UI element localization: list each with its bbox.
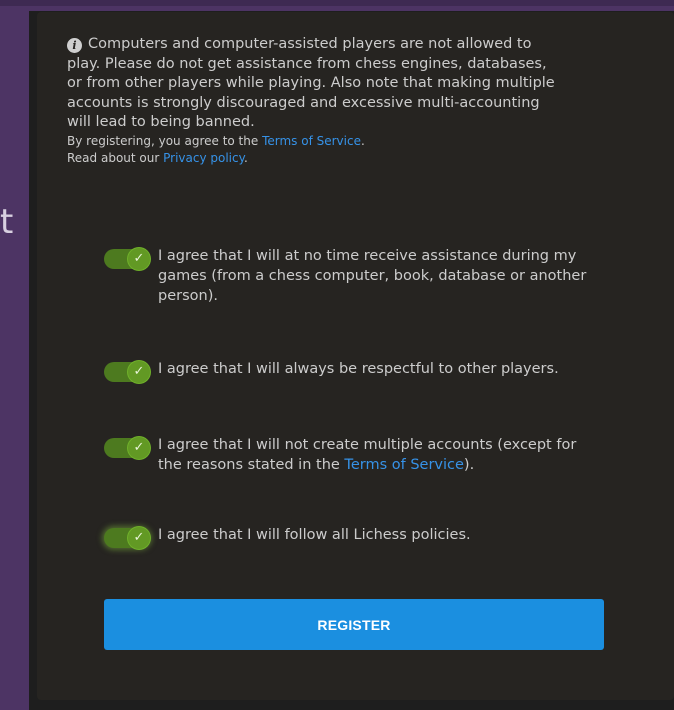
top-strip — [0, 0, 674, 6]
agreement-text-suffix: ). — [463, 457, 475, 473]
agree-respectful-toggle[interactable]: ✓ — [104, 360, 152, 384]
agreement-multiple-accounts: ✓ I agree that I will not create multipl… — [104, 435, 604, 475]
agree-policies-label: I agree that I will follow all Lichess p… — [158, 527, 471, 543]
privacy-policy-link[interactable]: Privacy policy — [163, 151, 244, 165]
agreement-row: ✓ I agree that I will not create multipl… — [104, 435, 604, 475]
register-button[interactable]: REGISTER — [104, 599, 604, 650]
agreement-respectful: ✓ I agree that I will always be respectf… — [104, 359, 604, 384]
tos-notice: By registering, you agree to the Terms o… — [67, 133, 562, 150]
info-icon: i — [67, 38, 82, 53]
warning-text: Computers and computer-assisted players … — [67, 36, 555, 130]
page-edge-text: t — [0, 202, 14, 242]
privacy-suffix: . — [244, 150, 248, 165]
agreement-assistance: ✓ I agree that I will at no time receive… — [104, 246, 604, 306]
agreement-row: ✓ I agree that I will always be respectf… — [104, 359, 604, 384]
tos-suffix: . — [360, 133, 365, 148]
agree-policies-toggle[interactable]: ✓ — [104, 526, 152, 550]
agreement-row: ✓ I agree that I will follow all Lichess… — [104, 525, 604, 550]
checkmark-icon: ✓ — [128, 437, 150, 459]
checkmark-icon: ✓ — [128, 361, 150, 383]
agree-respectful-label: I agree that I will always be respectful… — [158, 361, 559, 377]
agree-assistance-label: I agree that I will at no time receive a… — [158, 248, 587, 304]
tos-prefix: By registering, you agree to the — [67, 133, 263, 148]
privacy-notice: Read about our Privacy policy. — [67, 150, 562, 167]
agreement-policies: ✓ I agree that I will follow all Lichess… — [104, 525, 604, 550]
agreement-row: ✓ I agree that I will at no time receive… — [104, 246, 604, 306]
agree-assistance-toggle[interactable]: ✓ — [104, 247, 152, 271]
warning-notice: i Computers and computer-assisted players… — [67, 35, 562, 167]
checkmark-icon: ✓ — [128, 527, 150, 549]
agree-multiple-accounts-label: I agree that I will not create multiple … — [158, 435, 604, 475]
terms-of-service-link[interactable]: Terms of Service — [344, 457, 463, 473]
privacy-prefix: Read about our — [67, 150, 164, 165]
agree-multiple-accounts-toggle[interactable]: ✓ — [104, 436, 152, 460]
checkmark-icon: ✓ — [128, 248, 150, 270]
warning-text-block: i Computers and computer-assisted players… — [67, 35, 562, 133]
terms-of-service-link[interactable]: Terms of Service — [262, 134, 361, 148]
